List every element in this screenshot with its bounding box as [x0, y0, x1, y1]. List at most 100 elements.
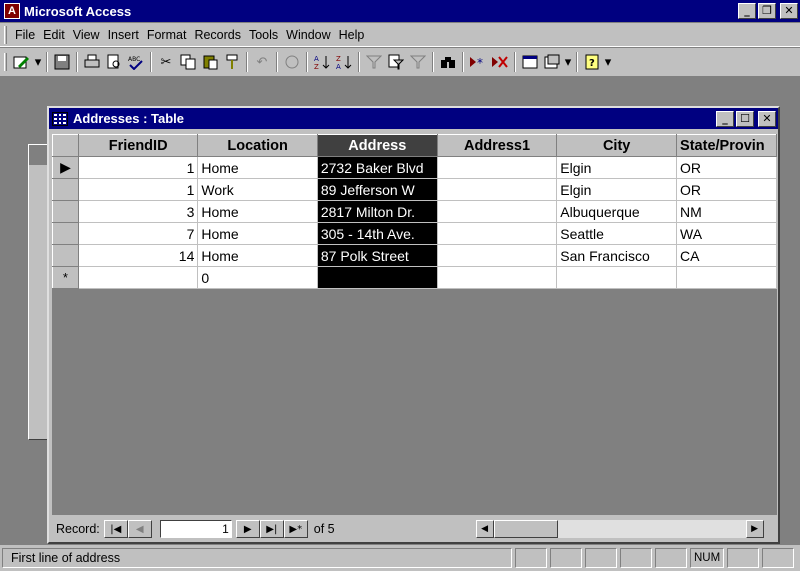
app-titlebar[interactable]: A Microsoft Access _ ❐ ✕ [0, 0, 800, 22]
find-icon[interactable] [437, 51, 459, 73]
toolbar-grip[interactable] [4, 53, 7, 71]
cell-state[interactable]: OR [676, 178, 777, 201]
cell-city[interactable] [556, 266, 678, 289]
sort-descending-icon[interactable]: ZA [333, 51, 355, 73]
scroll-left-button[interactable]: ◀ [475, 520, 494, 538]
cell-location[interactable]: Work [197, 178, 318, 201]
cell-address[interactable]: 87 Polk Street [316, 244, 438, 267]
cell-location[interactable]: Home [197, 200, 318, 223]
new-record-icon[interactable]: * [467, 51, 489, 73]
cell-address1[interactable] [436, 266, 558, 289]
record-selector[interactable] [52, 244, 79, 267]
filter-by-form-icon[interactable] [385, 51, 407, 73]
cell-friendid[interactable]: 1 [77, 156, 199, 179]
print-icon[interactable] [81, 51, 103, 73]
menu-help[interactable]: Help [335, 25, 369, 45]
spelling-icon[interactable]: ABC [125, 51, 147, 73]
format-painter-icon[interactable] [221, 51, 243, 73]
cell-address[interactable]: 2817 Milton Dr. [316, 200, 438, 223]
cell-address[interactable] [316, 266, 438, 289]
new-record-button[interactable]: ▶* [283, 520, 308, 538]
cell-location[interactable]: 0 [197, 266, 318, 289]
sort-ascending-icon[interactable]: AZ [311, 51, 333, 73]
next-record-button[interactable]: ▶ [235, 520, 260, 538]
cell-state[interactable]: CA [676, 244, 777, 267]
menu-edit[interactable]: Edit [39, 25, 69, 45]
cell-state[interactable]: NM [676, 200, 777, 223]
column-header-state[interactable]: State/Provin [676, 134, 777, 157]
filter-by-selection-icon[interactable] [363, 51, 385, 73]
table-row[interactable]: 7 Home 305 - 14th Ave. Seattle WA [52, 222, 777, 245]
column-header-friendid[interactable]: FriendID [77, 134, 199, 157]
column-header-address1[interactable]: Address1 [436, 134, 558, 157]
menu-window[interactable]: Window [282, 25, 334, 45]
first-record-button[interactable]: |◀ [103, 520, 128, 538]
cell-address1[interactable] [436, 222, 558, 245]
previous-record-button[interactable]: ◀ [127, 520, 152, 538]
select-all-corner[interactable] [52, 134, 79, 157]
restore-button[interactable]: ❐ [758, 3, 776, 19]
column-header-location[interactable]: Location [197, 134, 318, 157]
current-record-icon[interactable]: ▶ [52, 156, 79, 179]
table-row[interactable]: 3 Home 2817 Milton Dr. Albuquerque NM [52, 200, 777, 223]
design-view-icon[interactable] [11, 51, 33, 73]
column-header-city[interactable]: City [556, 134, 678, 157]
scroll-right-button[interactable]: ▶ [745, 520, 764, 538]
cell-friendid[interactable] [77, 266, 199, 289]
record-selector[interactable] [52, 178, 79, 201]
apply-filter-icon[interactable] [407, 51, 429, 73]
cut-icon[interactable]: ✂ [155, 51, 177, 73]
cell-address1[interactable] [436, 244, 558, 267]
cell-city[interactable]: Albuquerque [556, 200, 678, 223]
minimize-button[interactable]: _ [738, 3, 756, 19]
horizontal-scrollbar[interactable]: ◀ ▶ [475, 520, 764, 538]
table-row[interactable]: 14 Home 87 Polk Street San Francisco CA [52, 244, 777, 267]
menu-file[interactable]: File [11, 25, 39, 45]
database-window-icon[interactable] [541, 51, 563, 73]
copy-icon[interactable] [177, 51, 199, 73]
help-dropdown-icon[interactable]: ▾ [603, 51, 613, 73]
close-button[interactable]: ✕ [780, 3, 798, 19]
cell-address1[interactable] [436, 156, 558, 179]
menu-format[interactable]: Format [143, 25, 191, 45]
undo-icon[interactable]: ↶ [251, 51, 273, 73]
cell-state[interactable]: WA [676, 222, 777, 245]
access-app-icon[interactable]: A [4, 3, 20, 19]
menu-tools[interactable]: Tools [245, 25, 282, 45]
new-record-icon[interactable]: * [52, 266, 79, 289]
cell-city[interactable]: Elgin [556, 178, 678, 201]
paste-icon[interactable] [199, 51, 221, 73]
menu-records[interactable]: Records [190, 25, 245, 45]
table-row[interactable]: ▶ 1 Home 2732 Baker Blvd Elgin OR [52, 156, 777, 179]
cell-address[interactable]: 305 - 14th Ave. [316, 222, 438, 245]
insert-hyperlink-icon[interactable] [281, 51, 303, 73]
last-record-button[interactable]: ▶| [259, 520, 284, 538]
cell-friendid[interactable]: 14 [77, 244, 199, 267]
save-icon[interactable] [51, 51, 73, 73]
cell-address[interactable]: 89 Jefferson W [316, 178, 438, 201]
menu-insert[interactable]: Insert [104, 25, 143, 45]
record-number-input[interactable]: 1 [159, 520, 232, 538]
print-preview-icon[interactable] [103, 51, 125, 73]
cell-address[interactable]: 2732 Baker Blvd [316, 156, 438, 179]
cell-state[interactable] [676, 266, 777, 289]
table-maximize-button[interactable]: ☐ [736, 110, 754, 127]
scroll-thumb[interactable] [493, 520, 558, 538]
cell-friendid[interactable]: 7 [77, 222, 199, 245]
table-window-titlebar[interactable]: Addresses : Table _ ☐ ✕ [49, 108, 778, 129]
record-selector[interactable] [52, 222, 79, 245]
cell-location[interactable]: Home [197, 244, 318, 267]
scroll-track[interactable] [493, 520, 746, 538]
cell-location[interactable]: Home [197, 156, 318, 179]
menubar-grip[interactable] [4, 25, 7, 44]
help-icon[interactable]: ? [581, 51, 603, 73]
cell-city[interactable]: San Francisco [556, 244, 678, 267]
cell-address1[interactable] [436, 178, 558, 201]
cell-friendid[interactable]: 1 [77, 178, 199, 201]
cell-state[interactable]: OR [676, 156, 777, 179]
cell-friendid[interactable]: 3 [77, 200, 199, 223]
new-object-dropdown-icon[interactable]: ▾ [563, 51, 573, 73]
cell-city[interactable]: Elgin [556, 156, 678, 179]
cell-city[interactable]: Seattle [556, 222, 678, 245]
view-dropdown-icon[interactable]: ▾ [33, 51, 43, 73]
